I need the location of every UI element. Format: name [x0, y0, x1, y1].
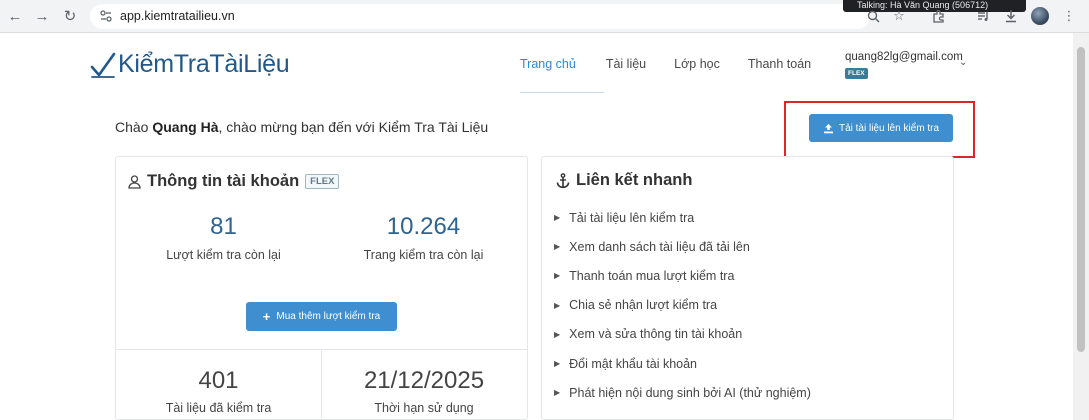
nav-tai-lieu[interactable]: Tài liệu: [606, 57, 646, 71]
caret-right-icon: ▶: [554, 388, 561, 398]
caret-right-icon: ▶: [554, 300, 561, 310]
remaining-checks-label: Lượt kiểm tra còn lại: [166, 248, 281, 262]
profile-avatar[interactable]: [1031, 7, 1049, 25]
nav-trang-chu[interactable]: Trang chủ: [520, 57, 576, 71]
quick-link-uploaded-list[interactable]: ▶ Xem danh sách tài liệu đã tải lên: [554, 232, 811, 261]
greeting-prefix: Chào: [115, 119, 153, 135]
quick-link-change-password[interactable]: ▶ Đổi mật khẩu tài khoản: [554, 349, 811, 378]
more-menu-icon[interactable]: ⋮: [1060, 7, 1078, 25]
logo-check-icon: [90, 52, 116, 78]
quick-links-title-text: Liên kết nhanh: [576, 171, 693, 189]
site-info-icon[interactable]: [98, 8, 114, 24]
page-scrollbar[interactable]: [1073, 33, 1089, 420]
quick-links-title: Liên kết nhanh: [556, 171, 692, 190]
expiry-date-label: Thời hạn sử dụng: [374, 401, 474, 415]
plan-tag: FLEX: [305, 174, 340, 189]
logo-text: KiểmTraTàiLiệu: [118, 50, 290, 78]
top-nav: Trang chủ Tài liệu Lớp học Thanh toán: [520, 57, 839, 71]
quick-links-list: ▶ Tải tài liệu lên kiểm tra ▶ Xem danh sác…: [554, 203, 811, 407]
quick-link-label: Chia sẻ nhận lượt kiểm tra: [569, 298, 718, 313]
quick-link-label: Phát hiện nội dung sinh bởi AI (thử nghi…: [569, 385, 811, 400]
caret-right-icon: ▶: [554, 213, 561, 223]
url-text[interactable]: app.kiemtratailieu.vn: [120, 9, 235, 23]
media-control-icon[interactable]: [974, 7, 992, 25]
page-content: KiểmTraTàiLiệu Trang chủ Tài liệu Lớp họ…: [0, 33, 1073, 420]
remaining-checks-value: 81: [210, 213, 237, 240]
greeting-suffix: , chào mừng bạn đến với Kiểm Tra Tài Liệ…: [218, 119, 489, 135]
quick-links-card: Liên kết nhanh ▶ Tải tài liệu lên kiểm tr…: [541, 156, 954, 420]
caret-right-icon: ▶: [554, 242, 561, 252]
extensions-icon[interactable]: [929, 7, 947, 25]
remaining-pages-value: 10.264: [386, 213, 461, 240]
address-bar[interactable]: app.kiemtratailieu.vn: [90, 4, 870, 29]
quick-link-ai-detect[interactable]: ▶ Phát hiện nội dung sinh bởi AI (thử ngh…: [554, 378, 811, 407]
plus-icon: +: [262, 309, 271, 324]
checked-docs-label: Tài liệu đã kiểm tra: [165, 401, 272, 415]
checked-docs-value: 401: [198, 367, 239, 394]
quick-link-label: Đổi mật khẩu tài khoản: [569, 356, 698, 371]
caret-right-icon: ▶: [554, 329, 561, 339]
caret-right-icon: ▶: [554, 359, 561, 369]
anchor-icon: [556, 172, 570, 188]
buy-button-label: Mua thêm lượt kiểm tra: [276, 311, 381, 322]
expiry-date-value: 21/12/2025: [363, 367, 485, 394]
scrollbar-thumb[interactable]: [1077, 47, 1085, 352]
active-nav-indicator: [520, 92, 604, 93]
welcome-message: Chào Quang Hà, chào mừng bạn đến với Kiể…: [115, 119, 488, 135]
nav-thanh-toan[interactable]: Thanh toán: [748, 57, 811, 71]
remaining-pages-label: Trang kiểm tra còn lại: [363, 248, 484, 262]
user-email[interactable]: quang82lg@gmail.com: [845, 51, 963, 63]
site-logo[interactable]: KiểmTraTàiLiệu: [90, 50, 290, 79]
forward-arrow-icon[interactable]: →: [32, 6, 52, 26]
upload-button-label: Tải tài liệu lên kiểm tra: [838, 122, 940, 134]
back-arrow-icon[interactable]: ←: [5, 6, 25, 26]
buy-more-checks-button[interactable]: + Mua thêm lượt kiểm tra: [246, 302, 397, 331]
quick-link-label: Xem danh sách tài liệu đã tải lên: [569, 239, 750, 254]
browser-toolbar: ← → ↻ app.kiemtratailieu.vn Talking: Hà …: [0, 0, 1089, 33]
greeting-user-name: Quang Hà: [152, 119, 219, 135]
caret-right-icon: ▶: [554, 271, 561, 281]
quick-link-label: Tải tài liệu lên kiểm tra: [569, 210, 695, 225]
zoom-icon[interactable]: [864, 7, 882, 25]
quick-link-upload[interactable]: ▶ Tải tài liệu lên kiểm tra: [554, 203, 811, 232]
account-info-card: Thông tin tài khoản FLEX 81 Lượt kiểm tr…: [115, 156, 528, 420]
download-icon[interactable]: [1002, 7, 1020, 25]
reload-icon[interactable]: ↻: [60, 6, 80, 26]
chevron-down-icon[interactable]: ⌄: [959, 57, 967, 68]
quick-link-payment[interactable]: ▶ Thanh toán mua lượt kiểm tra: [554, 261, 811, 290]
account-card-title: Thông tin tài khoản FLEX: [128, 172, 340, 191]
user-plan-badge: FLEX: [845, 68, 868, 79]
bookmark-star-icon[interactable]: ☆: [890, 7, 908, 25]
upload-document-button[interactable]: Tải tài liệu lên kiểm tra: [809, 114, 953, 142]
account-title-text: Thông tin tài khoản: [147, 172, 300, 190]
quick-link-edit-account[interactable]: ▶ Xem và sửa thông tin tài khoản: [554, 320, 811, 349]
quick-link-label: Xem và sửa thông tin tài khoản: [569, 327, 743, 342]
user-icon: [128, 174, 141, 189]
nav-lop-hoc[interactable]: Lớp học: [674, 57, 720, 71]
quick-link-label: Thanh toán mua lượt kiểm tra: [569, 268, 735, 283]
quick-link-share[interactable]: ▶ Chia sẻ nhận lượt kiểm tra: [554, 291, 811, 320]
upload-icon: [823, 123, 833, 133]
